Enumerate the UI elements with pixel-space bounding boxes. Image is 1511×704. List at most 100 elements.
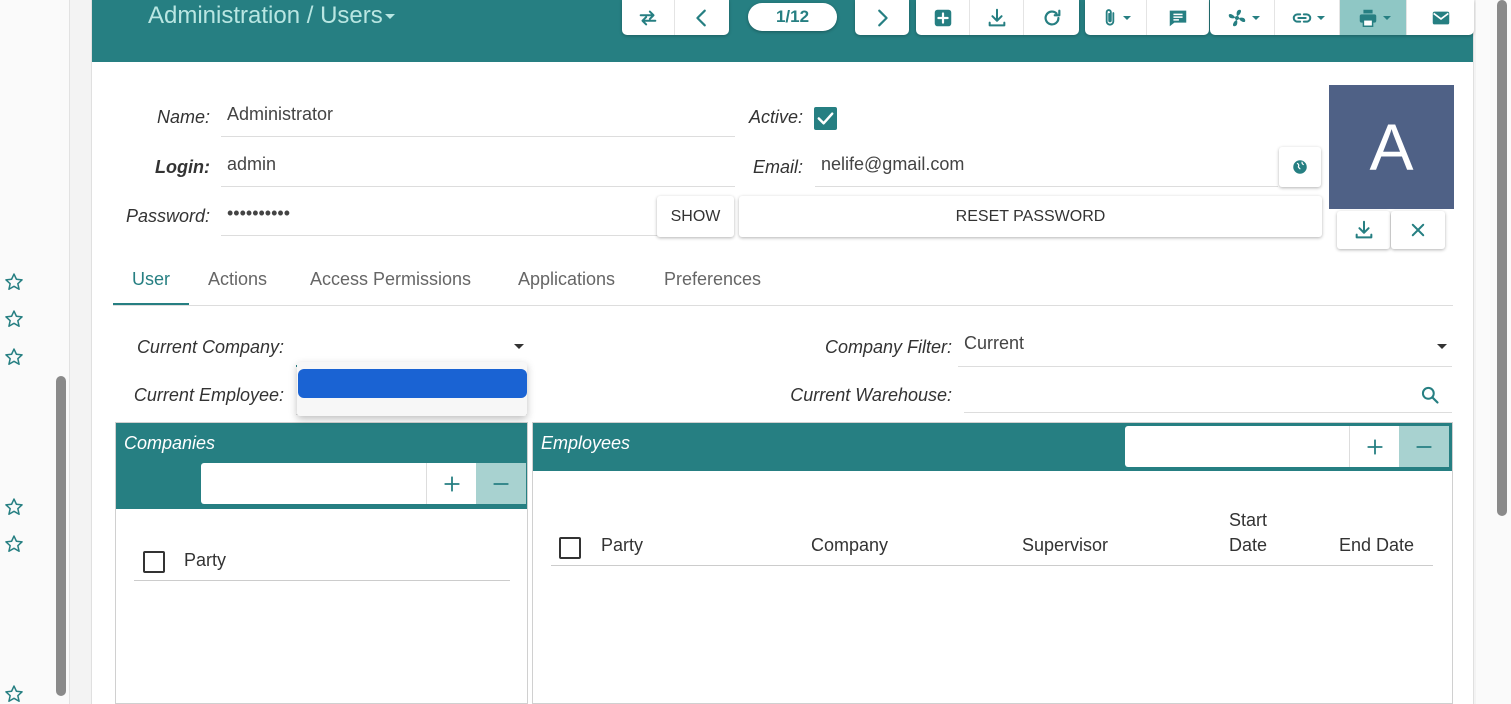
password-label: Password: bbox=[125, 206, 210, 226]
star-icon[interactable] bbox=[4, 534, 24, 554]
chevron-right-icon bbox=[878, 9, 888, 26]
close-icon bbox=[1411, 223, 1425, 237]
select-all-employees-checkbox[interactable] bbox=[559, 537, 581, 559]
current-employee-label: Current Employee: bbox=[133, 385, 284, 405]
remove-company-button[interactable] bbox=[476, 463, 526, 504]
current-company-dropdown bbox=[297, 362, 527, 416]
employees-panel: Employees Party Company Supervisor Start… bbox=[532, 422, 1453, 704]
search-icon[interactable] bbox=[1420, 385, 1440, 405]
save-button[interactable] bbox=[970, 0, 1024, 35]
column-header-supervisor[interactable]: Supervisor bbox=[1022, 533, 1108, 558]
printer-icon bbox=[1359, 9, 1376, 27]
show-password-button[interactable]: SHOW bbox=[657, 196, 734, 237]
extra-actions-group bbox=[1210, 0, 1474, 35]
employees-panel-header: Employees bbox=[533, 423, 1452, 471]
tab-preferences[interactable]: Preferences bbox=[664, 269, 761, 290]
companies-search-input[interactable] bbox=[201, 463, 426, 504]
reset-password-button[interactable]: RESET PASSWORD bbox=[739, 196, 1322, 237]
chevron-down-icon bbox=[1437, 344, 1447, 349]
dropdown-option-highlighted[interactable] bbox=[298, 369, 527, 398]
email-field[interactable]: nelife@gmail.com bbox=[815, 154, 1278, 187]
email-button[interactable] bbox=[1407, 0, 1474, 35]
companies-panel-header: Companies bbox=[116, 423, 527, 509]
plus-icon bbox=[1366, 438, 1383, 455]
column-header-start-date[interactable]: Start Date bbox=[1223, 508, 1273, 558]
company-filter-select[interactable]: Current bbox=[958, 333, 1452, 367]
sidebar-scrollbar[interactable] bbox=[56, 376, 66, 696]
login-field[interactable]: admin bbox=[221, 154, 735, 187]
tab-user[interactable]: User bbox=[132, 269, 170, 290]
tab-applications[interactable]: Applications bbox=[518, 269, 615, 290]
current-warehouse-label: Current Warehouse: bbox=[790, 385, 952, 405]
chevron-down-icon bbox=[514, 344, 524, 349]
minus-icon bbox=[493, 482, 509, 485]
reload-button[interactable] bbox=[1024, 0, 1079, 35]
page-scrollbar-thumb[interactable] bbox=[1497, 0, 1507, 516]
current-company-label: Current Company: bbox=[136, 337, 284, 357]
next-button[interactable] bbox=[855, 0, 909, 35]
login-label: Login: bbox=[155, 157, 210, 177]
tab-actions[interactable]: Actions bbox=[208, 269, 267, 290]
star-icon[interactable] bbox=[4, 272, 24, 292]
breadcrumb[interactable]: Administration / Users bbox=[148, 2, 395, 30]
clear-avatar-button[interactable] bbox=[1391, 211, 1445, 249]
check-icon bbox=[817, 112, 834, 125]
chevron-left-icon bbox=[696, 9, 706, 26]
name-label: Name: bbox=[156, 107, 210, 127]
current-warehouse-field[interactable] bbox=[964, 381, 1452, 413]
company-filter-label: Company Filter: bbox=[824, 337, 952, 357]
envelope-icon bbox=[1432, 11, 1449, 24]
comment-icon bbox=[1169, 10, 1187, 26]
name-field[interactable]: Administrator bbox=[221, 104, 735, 137]
minus-icon bbox=[1416, 445, 1432, 448]
fan-icon bbox=[1228, 9, 1245, 26]
switch-view-button[interactable] bbox=[622, 0, 675, 35]
plus-box-icon bbox=[934, 9, 951, 26]
download-avatar-button[interactable] bbox=[1337, 211, 1390, 249]
download-icon bbox=[1355, 220, 1372, 239]
employees-panel-title: Employees bbox=[541, 433, 631, 453]
companies-panel-title: Companies bbox=[124, 433, 216, 453]
column-header-party[interactable]: Party bbox=[601, 533, 643, 558]
previous-button[interactable] bbox=[675, 0, 729, 35]
star-icon[interactable] bbox=[4, 497, 24, 517]
print-button[interactable] bbox=[1340, 0, 1407, 35]
link-icon bbox=[1292, 12, 1311, 23]
active-tab-indicator bbox=[113, 303, 189, 305]
tab-access-permissions[interactable]: Access Permissions bbox=[310, 269, 471, 290]
star-icon[interactable] bbox=[4, 309, 24, 329]
remove-employee-button[interactable] bbox=[1399, 426, 1449, 467]
user-form-view: Administration / Users 1/12 Name: Admini… bbox=[91, 0, 1474, 704]
add-employee-button[interactable] bbox=[1349, 426, 1399, 467]
paperclip-icon bbox=[1105, 8, 1115, 25]
star-icon[interactable] bbox=[4, 684, 24, 704]
download-icon bbox=[988, 8, 1005, 26]
actions-button[interactable] bbox=[1210, 0, 1275, 35]
employees-filter bbox=[1125, 426, 1449, 467]
password-field[interactable]: •••••••••• bbox=[221, 203, 657, 236]
notes-button[interactable] bbox=[1147, 0, 1209, 35]
record-pager[interactable]: 1/12 bbox=[748, 3, 837, 31]
relate-button[interactable] bbox=[1275, 0, 1340, 35]
column-header-company[interactable]: Company bbox=[811, 533, 888, 558]
open-email-button[interactable] bbox=[1279, 147, 1321, 187]
attachments-group bbox=[1085, 0, 1209, 35]
email-label: Email: bbox=[752, 157, 803, 177]
star-icon[interactable] bbox=[4, 347, 24, 367]
companies-panel: Companies Party bbox=[115, 422, 528, 704]
avatar: A bbox=[1329, 85, 1454, 209]
active-label: Active: bbox=[748, 107, 803, 127]
add-company-button[interactable] bbox=[426, 463, 476, 504]
new-record-button[interactable] bbox=[916, 0, 970, 35]
attachments-button[interactable] bbox=[1085, 0, 1147, 35]
swap-icon bbox=[639, 10, 657, 25]
plus-icon bbox=[443, 475, 460, 492]
select-all-companies-checkbox[interactable] bbox=[143, 551, 165, 573]
column-header-party[interactable]: Party bbox=[184, 548, 226, 573]
column-header-end-date[interactable]: End Date bbox=[1339, 533, 1414, 558]
active-checkbox[interactable] bbox=[814, 107, 837, 130]
page-scrollbar-track bbox=[1476, 0, 1511, 704]
favorites-sidebar bbox=[0, 0, 70, 704]
companies-table-header-line bbox=[134, 579, 510, 581]
employees-search-input[interactable] bbox=[1125, 426, 1349, 467]
